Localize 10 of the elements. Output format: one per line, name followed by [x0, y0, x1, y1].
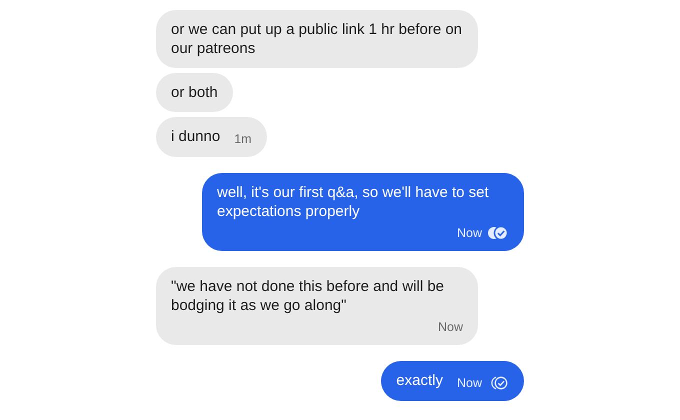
message-text: well, it's our first q&a, so we'll have to set expectations properly: [217, 183, 490, 221]
message-text: exactly: [396, 371, 443, 390]
message-text: "we have not done this before and will be bodging it as we go along": [171, 277, 446, 315]
message-time: Now: [456, 375, 482, 391]
message-time: Now: [438, 319, 463, 335]
message-text: or both: [171, 83, 218, 102]
message-text: or we can put up a public link 1 hr before on our patreons: [171, 20, 463, 58]
message-time: Now: [456, 225, 482, 241]
message-time: 1m: [234, 131, 252, 147]
message-text: i dunno: [171, 127, 220, 146]
